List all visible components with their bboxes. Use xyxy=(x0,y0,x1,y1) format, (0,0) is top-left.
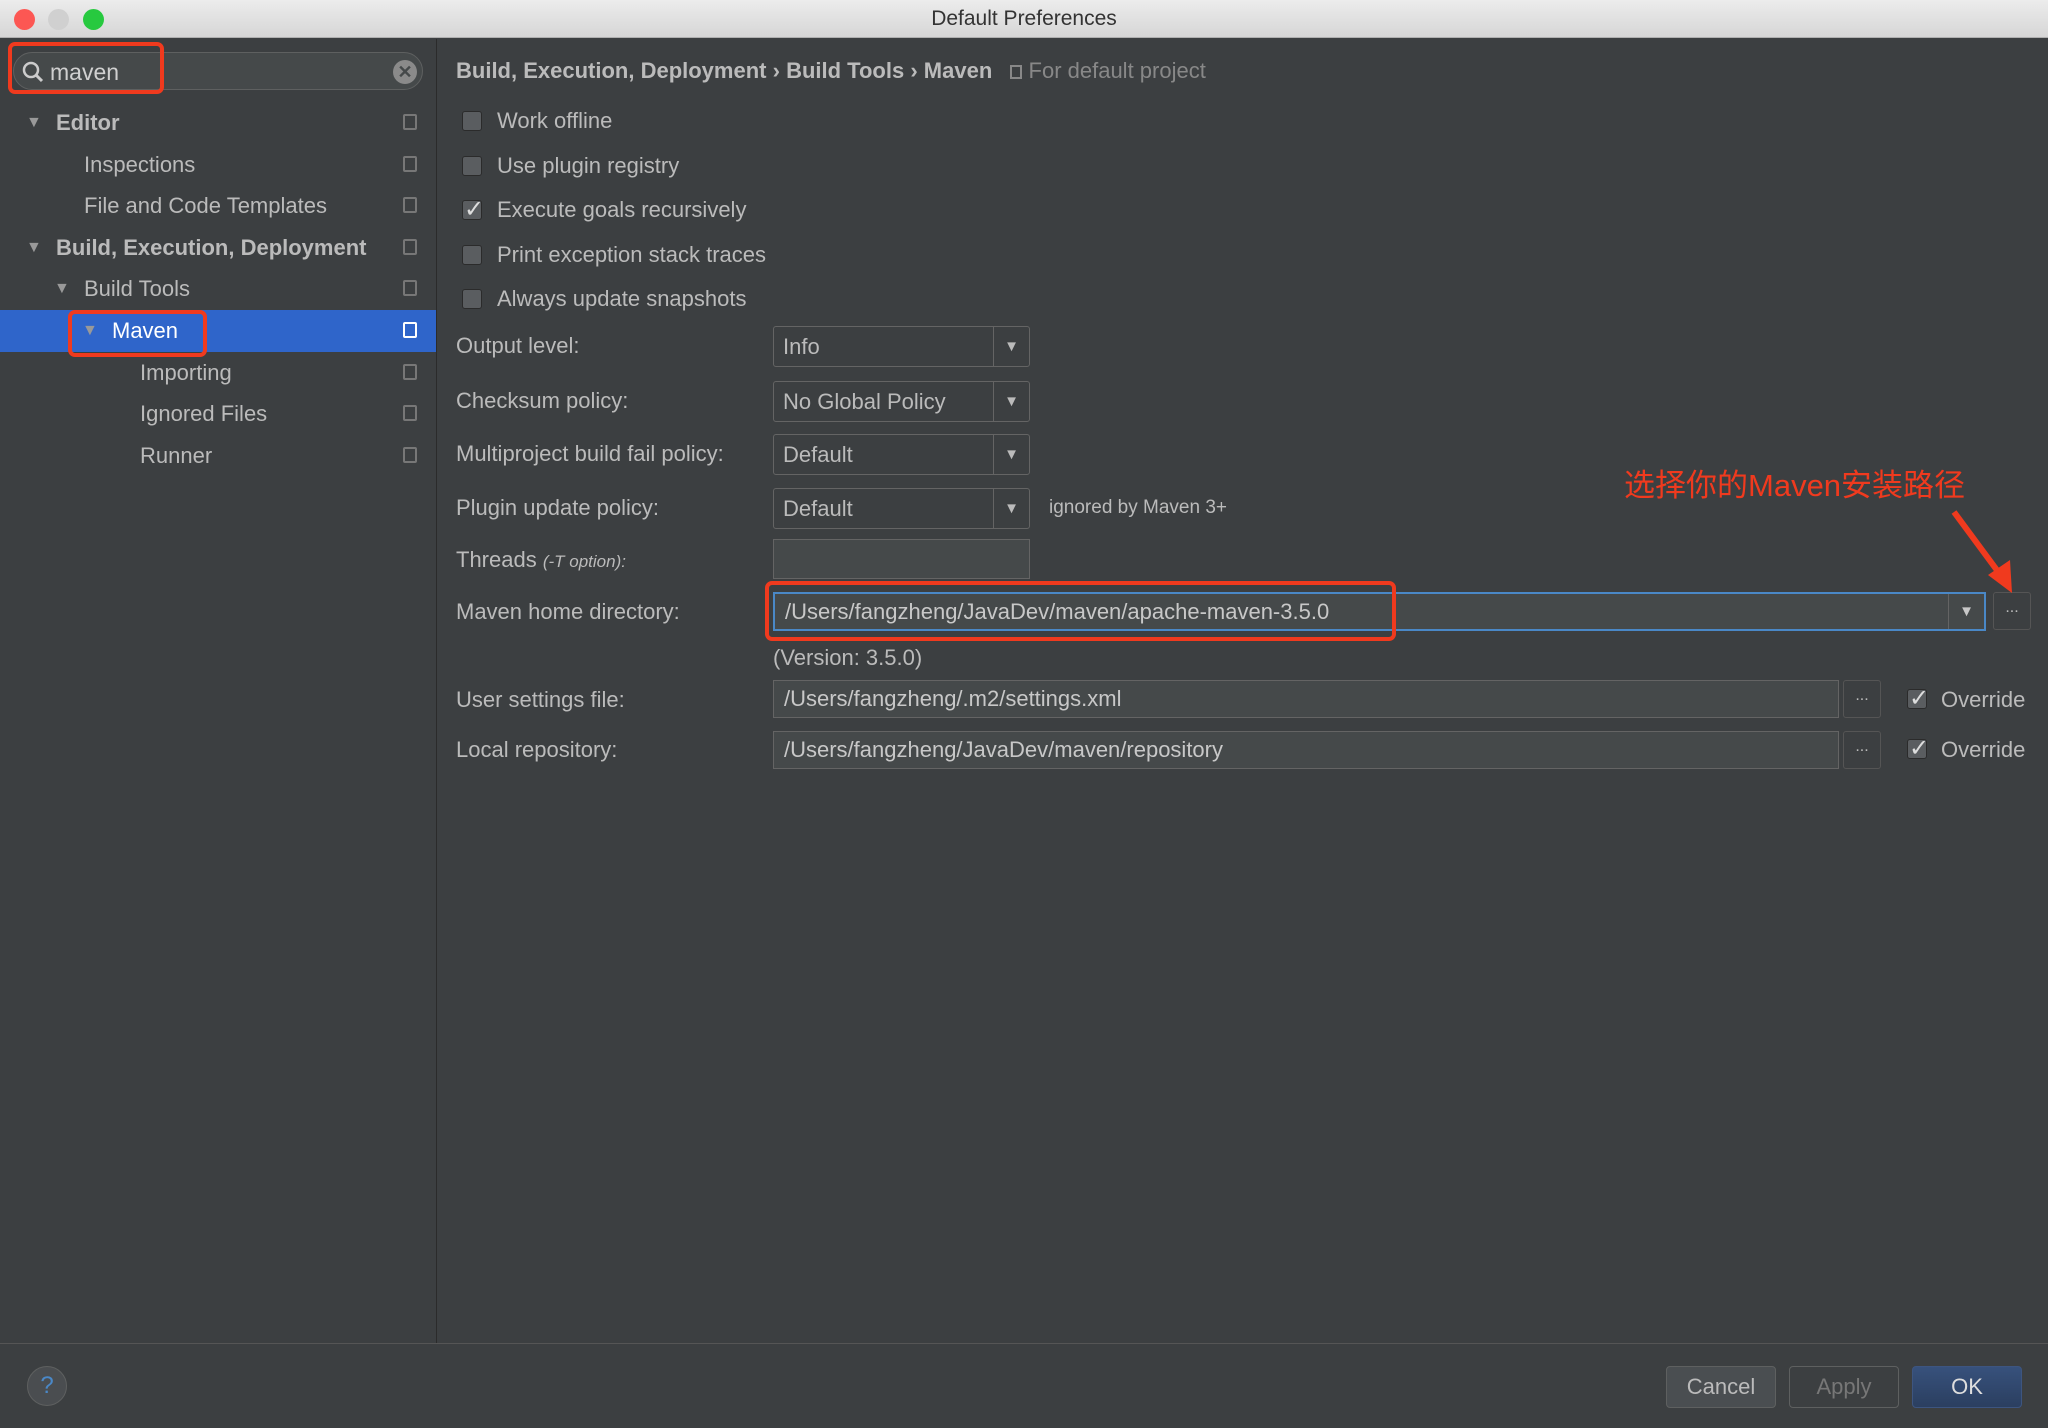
checkbox-label[interactable]: Always update snapshots xyxy=(497,286,747,312)
plugin-update-note: ignored by Maven 3+ xyxy=(1049,497,1227,518)
combo-label: Checksum policy: xyxy=(456,388,629,413)
expand-triangle-icon[interactable]: ▼ xyxy=(26,102,42,144)
copy-settings-icon xyxy=(403,155,417,172)
checkbox-label[interactable]: Print exception stack traces xyxy=(497,242,766,268)
scope-label: For default project xyxy=(1028,58,1206,83)
user-settings-input[interactable]: /Users/fangzheng/.m2/settings.xml xyxy=(773,680,1839,718)
cancel-button[interactable]: Cancel xyxy=(1666,1366,1776,1408)
combo-label: Multiproject build fail policy: xyxy=(456,441,724,466)
tree-item[interactable]: ▼ Editor xyxy=(0,102,436,144)
copy-settings-icon xyxy=(403,238,417,255)
maven-home-label: Maven home directory: xyxy=(456,599,680,624)
combo-box[interactable]: Default ▼ xyxy=(773,434,1030,475)
combo-value: Info xyxy=(783,334,820,359)
tree-item-label: Build, Execution, Deployment xyxy=(56,234,367,260)
combo-box[interactable]: Default ▼ xyxy=(773,488,1030,529)
breadcrumb-item: Build Tools xyxy=(786,58,905,83)
tree-item-label: Ignored Files xyxy=(140,401,268,427)
expand-triangle-icon[interactable]: ▼ xyxy=(54,268,70,310)
tree-item[interactable]: ▼ Build, Execution, Deployment xyxy=(0,227,436,269)
copy-settings-icon xyxy=(403,114,417,130)
combo-label: Output level: xyxy=(456,333,580,358)
combo-value: Default xyxy=(783,442,853,467)
footer-divider xyxy=(0,1343,2048,1344)
checkbox-label[interactable]: Work offline xyxy=(497,108,612,134)
combo-box[interactable]: Info ▼ xyxy=(773,326,1030,367)
close-window-button[interactable] xyxy=(14,9,35,30)
breadcrumb-item: Maven xyxy=(923,58,993,83)
copy-settings-icon xyxy=(403,446,417,463)
breadcrumb-separator: › xyxy=(910,58,918,83)
threads-input[interactable] xyxy=(773,539,1030,579)
user-settings-label: User settings file: xyxy=(456,687,625,712)
local-repo-override-label: Override xyxy=(1941,737,2026,762)
local-repo-input[interactable]: /Users/fangzheng/JavaDev/maven/repositor… xyxy=(773,731,1839,769)
chevron-down-icon[interactable]: ▼ xyxy=(993,327,1029,366)
user-settings-browse-button[interactable]: ... xyxy=(1843,680,1881,718)
window-title: Default Preferences xyxy=(931,7,1117,30)
copy-settings-icon xyxy=(403,405,417,422)
title-bar: Default Preferences xyxy=(0,0,2048,38)
help-button[interactable]: ? xyxy=(27,1366,67,1406)
checkbox-label[interactable]: Use plugin registry xyxy=(497,153,679,179)
copy-settings-icon xyxy=(403,363,417,380)
copy-settings-icon xyxy=(403,322,417,338)
checkbox[interactable] xyxy=(462,245,482,265)
chevron-down-icon[interactable]: ▼ xyxy=(993,489,1029,528)
local-repo-browse-button[interactable]: ... xyxy=(1843,731,1881,769)
ok-button[interactable]: OK xyxy=(1912,1366,2022,1408)
apply-button[interactable]: Apply xyxy=(1789,1366,1899,1408)
zoom-window-button[interactable] xyxy=(83,9,104,30)
breadcrumb-item: Build, Execution, Deployment xyxy=(456,58,767,83)
tree-item[interactable]: ▼ Build Tools xyxy=(0,268,436,310)
annotation-text: 选择你的Maven安装路径 xyxy=(1624,468,1966,503)
copy-settings-icon xyxy=(403,280,417,297)
copy-scope-icon xyxy=(1010,65,1023,79)
clear-search-icon[interactable]: ✕ xyxy=(393,60,417,84)
annotation-highlight-maven xyxy=(68,310,207,357)
tree-item-label: Editor xyxy=(56,110,120,135)
combo-value: Default xyxy=(783,496,853,521)
user-settings-override-label: Override xyxy=(1941,687,2026,712)
annotation-arrow xyxy=(1951,510,2012,593)
checkbox[interactable] xyxy=(462,289,482,309)
annotation-highlight-maven-home xyxy=(765,581,1396,641)
local-repo-label: Local repository: xyxy=(456,737,618,762)
threads-label: Threads (-T option): xyxy=(456,547,626,572)
tree-item[interactable]: Runner xyxy=(0,435,436,477)
maven-version: (Version: 3.5.0) xyxy=(773,645,923,670)
checkbox[interactable] xyxy=(462,156,482,176)
combo-label: Plugin update policy: xyxy=(456,495,660,520)
tree-item-label: Build Tools xyxy=(84,276,190,302)
tree-item-label: Runner xyxy=(140,442,213,468)
user-settings-override-checkbox[interactable] xyxy=(1907,684,1929,713)
copy-settings-icon xyxy=(403,197,417,214)
breadcrumb: Build, Execution, Deployment › Build Too… xyxy=(456,58,1206,84)
tree-item[interactable]: Importing xyxy=(0,352,436,394)
checkbox[interactable] xyxy=(462,195,484,224)
tree-item[interactable]: ▼ Maven xyxy=(0,310,436,352)
combo-box[interactable]: No Global Policy ▼ xyxy=(773,381,1030,422)
tree-item[interactable]: File and Code Templates xyxy=(0,185,436,227)
expand-triangle-icon[interactable]: ▼ xyxy=(26,227,42,269)
checkbox-label[interactable]: Execute goals recursively xyxy=(497,197,746,223)
minimize-window-button[interactable] xyxy=(48,9,69,30)
tree-item-label: Inspections xyxy=(84,151,196,177)
annotation-highlight-search xyxy=(8,42,164,94)
local-repo-override-checkbox[interactable] xyxy=(1907,734,1929,763)
chevron-down-icon[interactable]: ▼ xyxy=(993,382,1029,421)
combo-value: No Global Policy xyxy=(783,389,946,414)
tree-item[interactable]: Inspections xyxy=(0,144,436,186)
tree-item-label: Importing xyxy=(140,359,232,385)
chevron-down-icon[interactable]: ▼ xyxy=(993,435,1029,474)
tree-item[interactable]: Ignored Files xyxy=(0,393,436,435)
tree-item-label: File and Code Templates xyxy=(84,193,327,219)
breadcrumb-separator: › xyxy=(772,58,780,83)
checkbox[interactable] xyxy=(462,111,482,131)
